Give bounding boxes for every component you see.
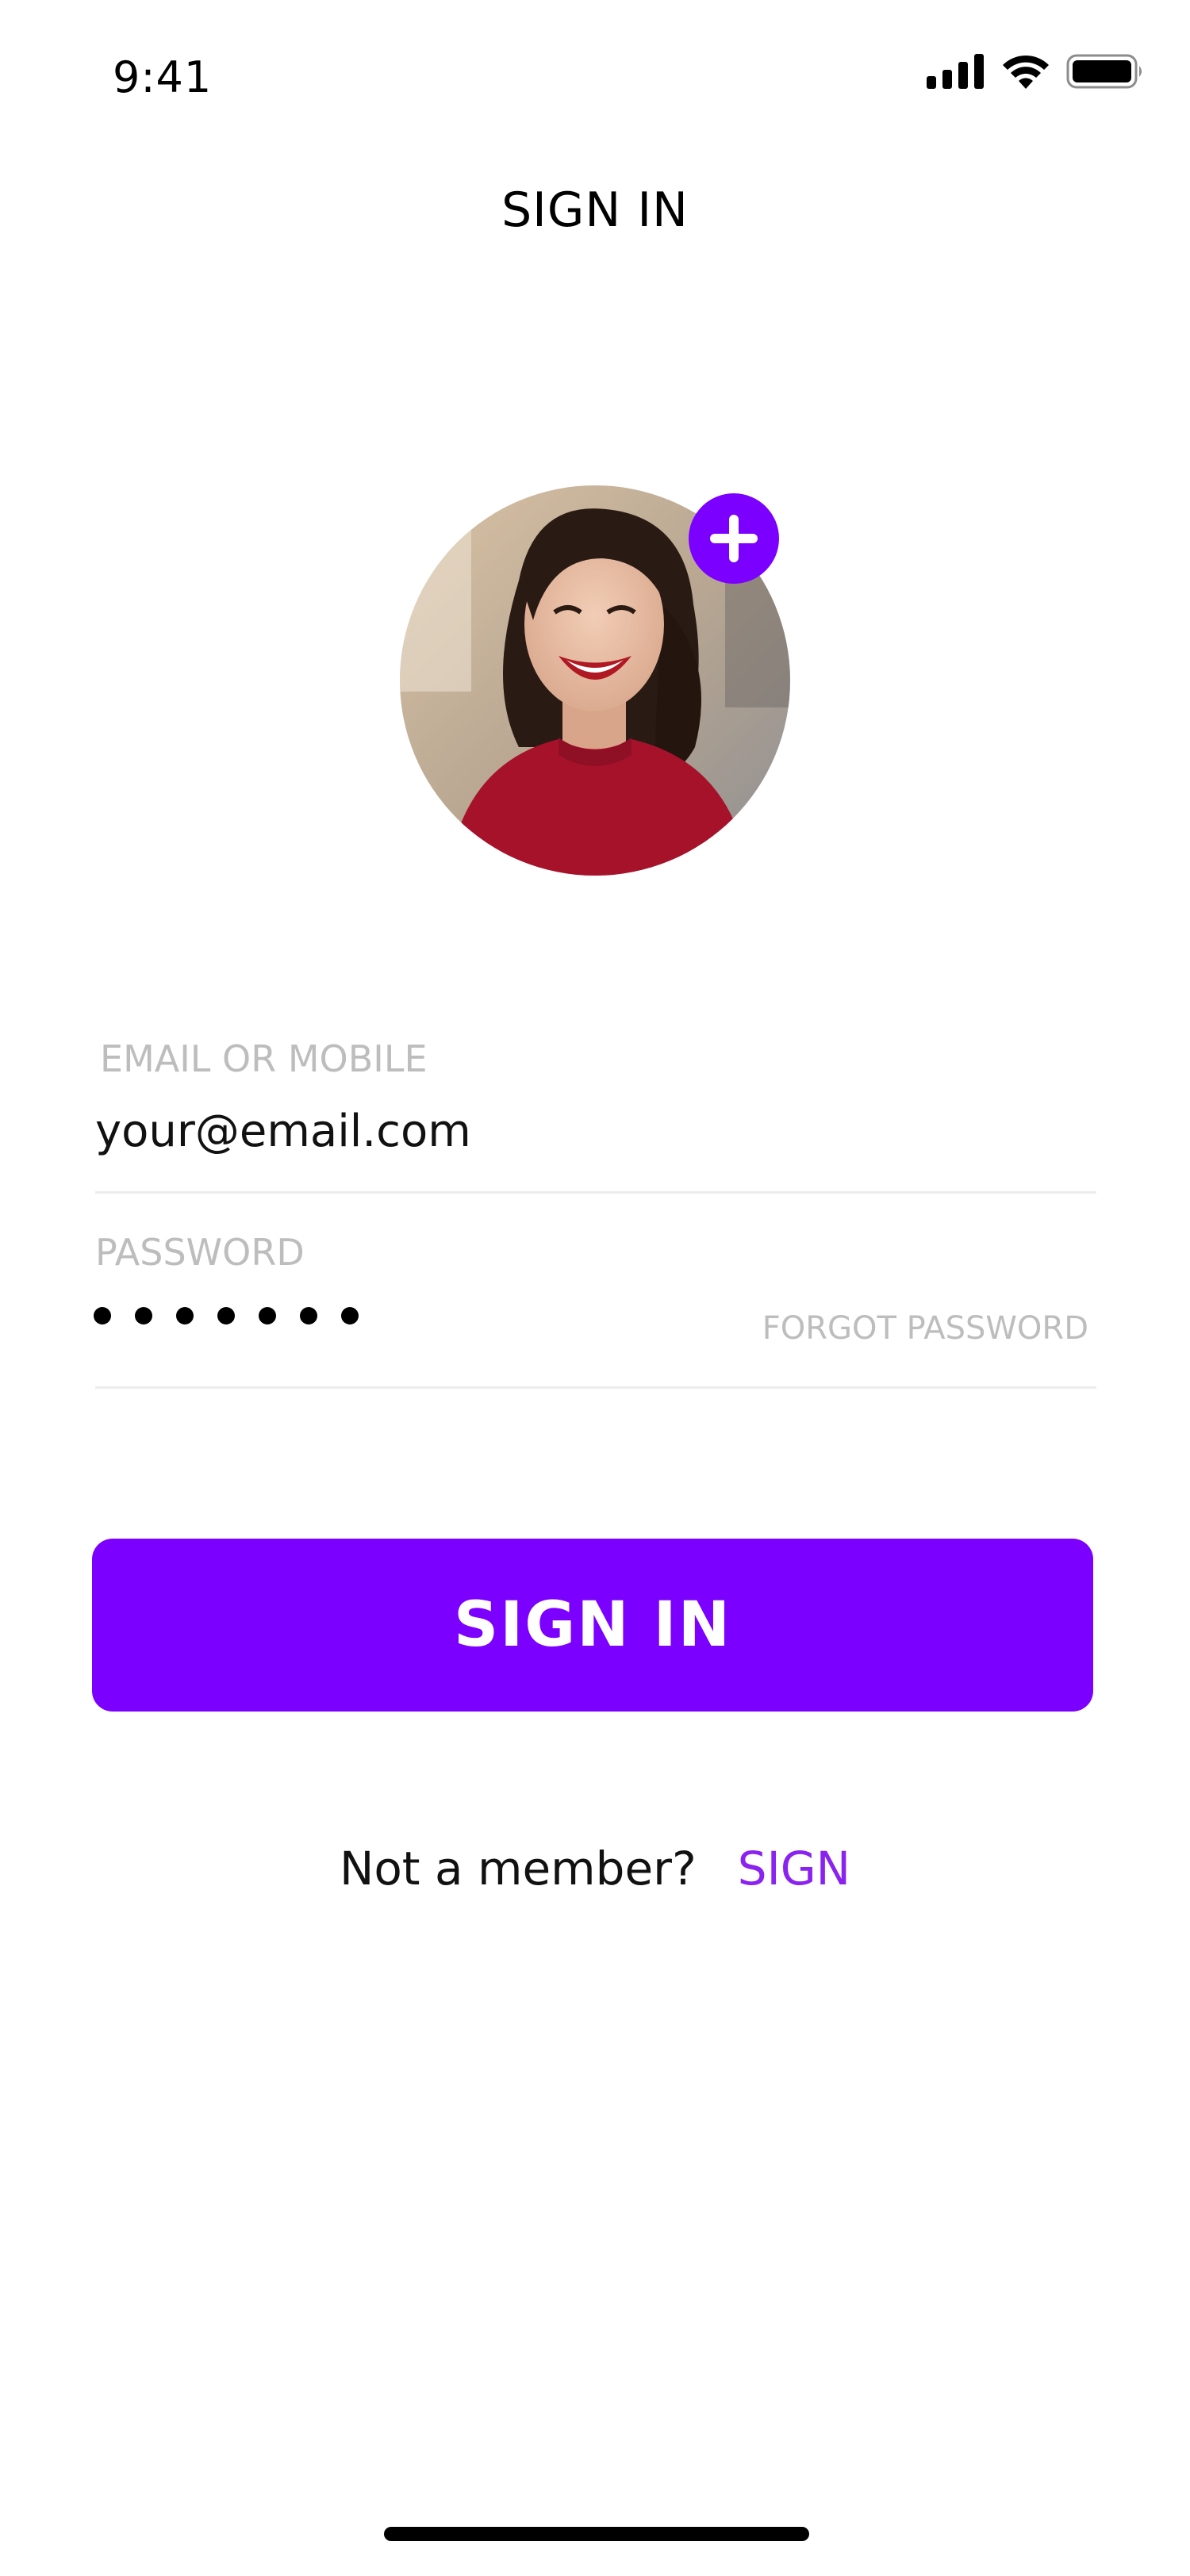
add-photo-button[interactable] [689, 493, 779, 584]
wifi-icon [1003, 55, 1049, 89]
plus-icon [689, 493, 779, 584]
member-prompt-row: Not a member? SIGN [0, 1842, 1190, 1896]
email-field[interactable] [95, 1099, 889, 1163]
status-icons [927, 52, 1146, 90]
password-dot [341, 1307, 359, 1324]
password-field[interactable] [94, 1307, 359, 1324]
password-label: PASSWORD [95, 1231, 305, 1274]
password-divider [95, 1386, 1096, 1389]
battery-icon [1066, 54, 1142, 89]
password-dot [259, 1307, 276, 1324]
status-time: 9:41 [113, 52, 213, 102]
email-label: EMAIL OR MOBILE [100, 1037, 428, 1080]
password-dot [217, 1307, 235, 1324]
password-dot [300, 1307, 317, 1324]
email-divider [95, 1191, 1096, 1194]
password-dot [135, 1307, 152, 1324]
signal-icon [927, 54, 984, 89]
forgot-password-link[interactable]: FORGOT PASSWORD [762, 1310, 1088, 1347]
password-dot [94, 1307, 111, 1324]
password-dot [176, 1307, 194, 1324]
sign-up-link[interactable]: SIGN [738, 1842, 850, 1896]
member-prompt-text: Not a member? [339, 1842, 697, 1896]
sign-in-button[interactable]: SIGN IN [92, 1539, 1093, 1712]
home-indicator[interactable] [384, 2527, 809, 2541]
page-title: SIGN IN [501, 182, 689, 238]
